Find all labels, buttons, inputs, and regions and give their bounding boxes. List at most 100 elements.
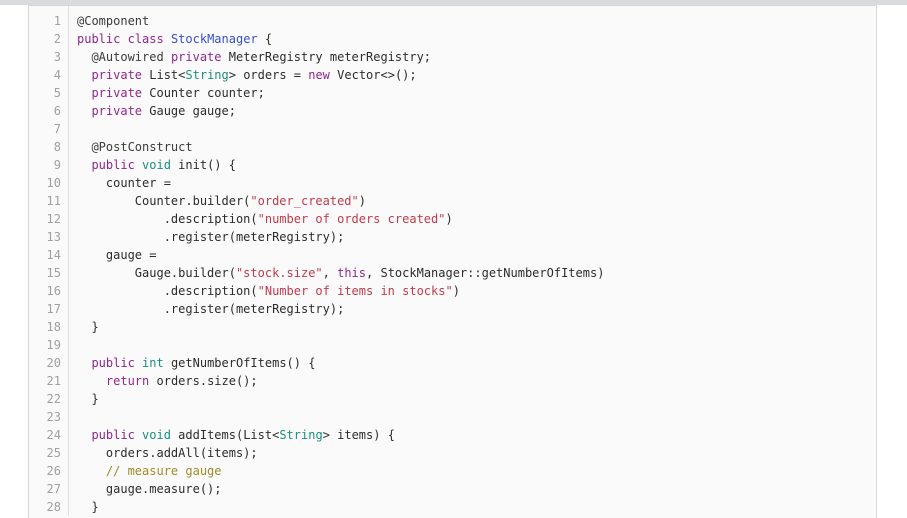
code-line-content[interactable]: @Autowired private MeterRegistry meterRe… [69,48,605,66]
code-line-content[interactable]: .register(meterRegistry); [69,228,605,246]
code-line[interactable]: 17 .register(meterRegistry); [29,300,604,318]
code-line[interactable]: 1 @Component [29,6,604,30]
code-line-content[interactable]: private Gauge gauge; [69,102,605,120]
code-block[interactable]: 1 @Component 2 public class StockManager {3… [28,5,877,518]
code-line-content[interactable]: .description("Number of items in stocks"… [69,282,605,300]
code-line[interactable]: 27 gauge.measure(); [29,480,604,498]
code-token-pl: List< [142,68,186,82]
code-token-pl: > items) { [322,428,395,442]
line-number: 8 [29,138,69,156]
code-line-content[interactable]: .description("number of orders created") [69,210,605,228]
code-line-content[interactable]: @PostConstruct [69,138,605,156]
code-line[interactable]: 14 gauge = [29,246,604,264]
code-line-content[interactable]: .register(meterRegistry); [69,300,605,318]
line-number: 15 [29,264,69,282]
code-token-pl: counter = [77,176,171,190]
code-line-content[interactable]: // measure gauge [69,462,605,480]
code-line-content[interactable]: Counter.builder("order_created") [69,192,605,210]
line-number: 10 [29,174,69,192]
code-line-content[interactable]: public int getNumberOfItems() { [69,354,605,372]
code-line[interactable]: 7 [29,120,604,138]
line-number: 6 [29,102,69,120]
code-line[interactable]: 9 public void init() { [29,156,604,174]
code-line-content[interactable]: private Counter counter; [69,84,605,102]
code-line[interactable]: 6 private Gauge gauge; [29,102,604,120]
code-token-pl: ) [358,194,366,208]
code-token-kw: private [170,50,222,64]
code-line[interactable]: 24 public void addItems(List<String> ite… [29,426,604,444]
code-line[interactable]: 8 @PostConstruct [29,138,604,156]
code-line-content[interactable] [69,336,605,354]
code-line-content[interactable]: } [69,390,605,408]
code-token-kw: new [308,68,330,82]
code-line[interactable]: 2 public class StockManager { [29,30,604,48]
code-token-pl: Vector<>(); [329,68,417,82]
code-line[interactable]: 13 .register(meterRegistry); [29,228,604,246]
code-line[interactable]: 16 .description("Number of items in stoc… [29,282,604,300]
code-line-content[interactable]: public void addItems(List<String> items)… [69,426,605,444]
code-line[interactable]: 26 // measure gauge [29,462,604,480]
code-token-pl: getNumberOfItems() { [163,356,316,370]
code-line[interactable]: 21 return orders.size(); [29,372,604,390]
line-number: 20 [29,354,69,372]
line-number: 7 [29,120,69,138]
code-line[interactable]: 23 [29,408,604,426]
code-token-pl: .description( [77,212,258,226]
code-line-content[interactable]: } [69,498,605,516]
line-number: 11 [29,192,69,210]
code-line[interactable]: 22 } [29,390,604,408]
code-line-content[interactable]: Gauge.builder("stock.size", this, StockM… [69,264,605,282]
code-token-type: String [279,428,323,442]
code-token-cmt: // measure gauge [105,464,222,478]
code-line-content[interactable]: gauge.measure(); [69,480,605,498]
code-line[interactable]: 3 @Autowired private MeterRegistry meter… [29,48,604,66]
code-line-content[interactable]: } [69,318,605,336]
code-line[interactable]: 11 Counter.builder("order_created") [29,192,604,210]
code-line-content[interactable]: orders.addAll(items); [69,444,605,462]
code-line[interactable]: 12 .description("number of orders create… [29,210,604,228]
line-number: 22 [29,390,69,408]
code-token-type: int [142,356,164,370]
code-line-content[interactable]: private List<String> orders = new Vector… [69,66,605,84]
line-number: 28 [29,498,69,516]
code-token-str: "order_created" [250,194,359,208]
code-token-kw: private [91,104,143,118]
code-line[interactable]: 4 private List<String> orders = new Vect… [29,66,604,84]
line-number: 21 [29,372,69,390]
code-line[interactable]: 20 public int getNumberOfItems() { [29,354,604,372]
code-line-content[interactable]: counter = [69,174,605,192]
code-token-pl: orders.addAll(items); [77,446,258,460]
code-line-content[interactable]: @Component [69,6,605,30]
code-line-content[interactable]: gauge = [69,246,605,264]
code-token-kw: public [91,158,135,172]
code-line[interactable]: 19 [29,336,604,354]
code-line[interactable]: 15 Gauge.builder("stock.size", this, Sto… [29,264,604,282]
code-token-pl: Counter.builder( [77,194,251,208]
code-line[interactable]: 28 } [29,498,604,516]
code-line[interactable]: 18 } [29,318,604,336]
code-line-content[interactable] [69,120,605,138]
code-line-content[interactable]: public class StockManager { [69,30,605,48]
code-line-content[interactable] [69,408,605,426]
line-number: 1 [29,6,69,30]
code-token-ann: @Component [77,14,150,28]
code-token-pl: .description( [77,284,258,298]
code-token-pl: .register(meterRegistry); [77,302,345,316]
code-line[interactable]: 10 counter = [29,174,604,192]
code-token-pl: ) [452,284,460,298]
code-line-content[interactable]: return orders.size(); [69,372,605,390]
code-line[interactable]: 25 orders.addAll(items); [29,444,604,462]
line-number: 14 [29,246,69,264]
code-line-content[interactable]: public void init() { [69,156,605,174]
code-line[interactable]: 5 private Counter counter; [29,84,604,102]
